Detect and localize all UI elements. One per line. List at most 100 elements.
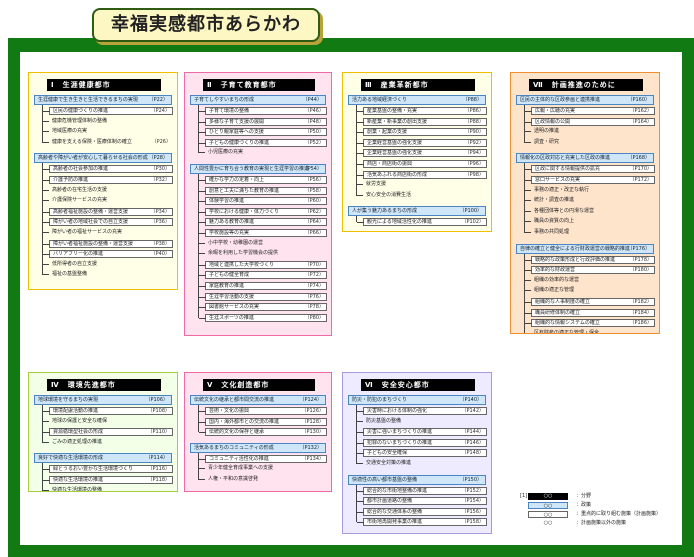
measure-label: 防災基盤の整備 [366, 417, 402, 424]
connector-tick [43, 254, 50, 256]
measure-label: 産業基盤の整備・充実 [367, 108, 418, 114]
measure-label: 創意と工夫に満ちた教育の推進 [209, 187, 280, 194]
measure-item: 家庭教育の推進 （P74） [199, 282, 327, 290]
measure-item: 組織の適正な管理 [524, 287, 655, 295]
connector-bar [42, 163, 43, 276]
measure-page: （P128） [301, 418, 324, 425]
connector-tick [42, 420, 49, 422]
measure-item: 生涯学習活動の支援 （P76） [199, 292, 327, 301]
policy-page: （P132） [299, 444, 322, 451]
measure-page: （P130） [301, 429, 324, 436]
connector-tick [199, 190, 206, 192]
page-title: 幸福実感都市あらかわ [92, 8, 320, 42]
connector-tick [42, 274, 49, 276]
measure-label: 芸術・文化の振興 [209, 408, 250, 414]
measure-label: 調査・研究 [534, 138, 560, 145]
measure-label: 市街地再開発事業の推進 [367, 519, 423, 526]
connector-bar [42, 405, 43, 443]
connector-tick [199, 411, 206, 412]
measure-page: （P72） [304, 272, 324, 279]
policy-page: （P140） [459, 397, 482, 403]
measure-item: 緑とうるおい豊かな生活環境づくり （P116） [43, 465, 173, 474]
measure-page: （P86） [464, 108, 484, 114]
connector-bar [356, 484, 357, 523]
measure-page: （P32） [150, 177, 170, 183]
measure-item: 生涯スポーツの推進 （P80） [199, 313, 327, 322]
connector-tick [357, 490, 364, 492]
measure-item: 快適な生活環境の整備 [42, 487, 173, 491]
measure-label: 区政に関する情報提供の拡充 [535, 166, 601, 173]
panel-title: Ⅱ 子育て教育都市 [203, 79, 315, 91]
connector-tick [357, 453, 364, 455]
measure-page: （P186） [629, 320, 652, 327]
policy-heading: 防災・防犯のまちづくり （P140） [348, 395, 486, 405]
measure-page: （P66） [304, 230, 324, 236]
legend-text: ：重点的に取り組む施策（計画施策） [576, 511, 662, 517]
measure-page: （P148） [461, 450, 484, 457]
measure-item: 企業経営基盤の強化支援 （P94） [357, 149, 487, 158]
policy-heading: 快適性の高い都市基盤の整備 （P150） [348, 474, 486, 485]
measure-label: 職員研修体制の確立 [535, 309, 581, 316]
connector-tick [357, 222, 364, 224]
measure-label: 国内・海外都市との交流の推進 [209, 418, 279, 425]
policy-label: 自律の確立と健全による行財政運営の戦略的推進 [520, 245, 630, 252]
legend-text: ：計画施策以外の施策 [576, 520, 627, 526]
panel-p6: Ⅵ 安全安心都市 防災・防犯のまちづくり （P140） 災害時における体制の強化 （P1… [342, 372, 492, 534]
measure-page: （P116） [147, 466, 170, 473]
measure-page: （P164） [629, 118, 652, 125]
measure-item: 介護保険サービスの充実 [42, 197, 173, 205]
policy-heading: 地球環境を守るまちの実現 （P106） [34, 395, 172, 405]
connector-bar [524, 253, 525, 333]
measure-item: 資源循環型社会の形成 （P110） [43, 428, 173, 437]
measure-page: （P152） [461, 487, 484, 494]
measure-item: 防災基盤の整備 [356, 417, 487, 426]
measure-label: 地域と連携した大学校づくり [209, 261, 275, 268]
measure-label: 安心安全の消費生活 [366, 191, 412, 198]
connector-tick [524, 131, 531, 133]
measure-item: 戦略的な政策形成と行政評価の推進 （P178） [525, 255, 655, 264]
measure-page: （P88） [464, 118, 484, 125]
measure-label: 総合的な交通体系の整備 [367, 508, 423, 515]
connector-tick [524, 189, 531, 191]
measure-page: （P64） [304, 219, 324, 226]
measure-label: 魅力ある教育の推進 [209, 219, 255, 226]
measure-label: 広報・広聴の充実 [535, 108, 576, 114]
connector-tick [525, 270, 532, 272]
connector-tick [357, 121, 364, 123]
policy-heading: 良好で快適な生活環境の形成 （P114） [34, 453, 172, 464]
connector-tick [199, 233, 206, 234]
measure-item: 企業経営基盤の強化支援 （P92） [357, 138, 487, 147]
measure-item: 健康危機管理体制の整備 [42, 118, 173, 126]
measure-label: 災害時における体制の強化 [367, 408, 428, 414]
measure-item: 区政情報の公開 （P164） [525, 117, 655, 126]
measure-page: （P38） [150, 240, 170, 247]
policy-page: （P100） [459, 208, 482, 215]
measure-label: 活気あふれる商店街の形成 [367, 171, 428, 178]
measure-item: 伝統的文化の保存と継承 （P130） [199, 428, 327, 437]
measure-item: 事務の適正・改正な執行 [524, 187, 655, 195]
connector-bar [198, 174, 199, 318]
measure-item: 総合的な交通体系の整備 （P156） [357, 507, 487, 516]
connector-tick [357, 432, 364, 434]
connector-tick [199, 317, 206, 319]
connector-tick [42, 141, 49, 143]
measure-item: 障がい者福祉施設の整備・運営支援 （P38） [43, 239, 173, 248]
measure-item: 産業基盤の整備・充実 （P86） [357, 107, 487, 115]
measure-item: 効率的な財政運営 （P180） [525, 266, 655, 275]
measure-label: 家庭教育の推進 [209, 283, 245, 289]
legend-row: ○○ ：重点的に取り組む施策（計画施策） [520, 511, 690, 519]
measure-page: （P58） [304, 187, 324, 194]
connector-tick [43, 469, 50, 471]
measure-label: 統計・調査の推進 [534, 197, 575, 204]
connector-tick [357, 111, 364, 112]
policy-label: 快適性の高い都市基盤の整備 [352, 476, 418, 483]
measure-item: 各種団体等との円滑な運営 [524, 208, 655, 216]
policy-heading: 伝統文化の継承と都市間交流の推進 （P124） [190, 395, 326, 405]
connector-tick [525, 180, 532, 181]
measure-label: コミュニティ活性化の推進 [209, 455, 269, 462]
measure-label: 商店・商店街の振興 [367, 161, 413, 167]
measure-item: 障がい者の福祉サービスの充実 [42, 229, 173, 237]
legend-swatch: ○○ [543, 520, 553, 526]
policy-label: 区民の主体的な区政参画と連携推進 [520, 97, 601, 103]
measure-item: 組織的な人事制度の確立 （P182） [525, 298, 655, 306]
